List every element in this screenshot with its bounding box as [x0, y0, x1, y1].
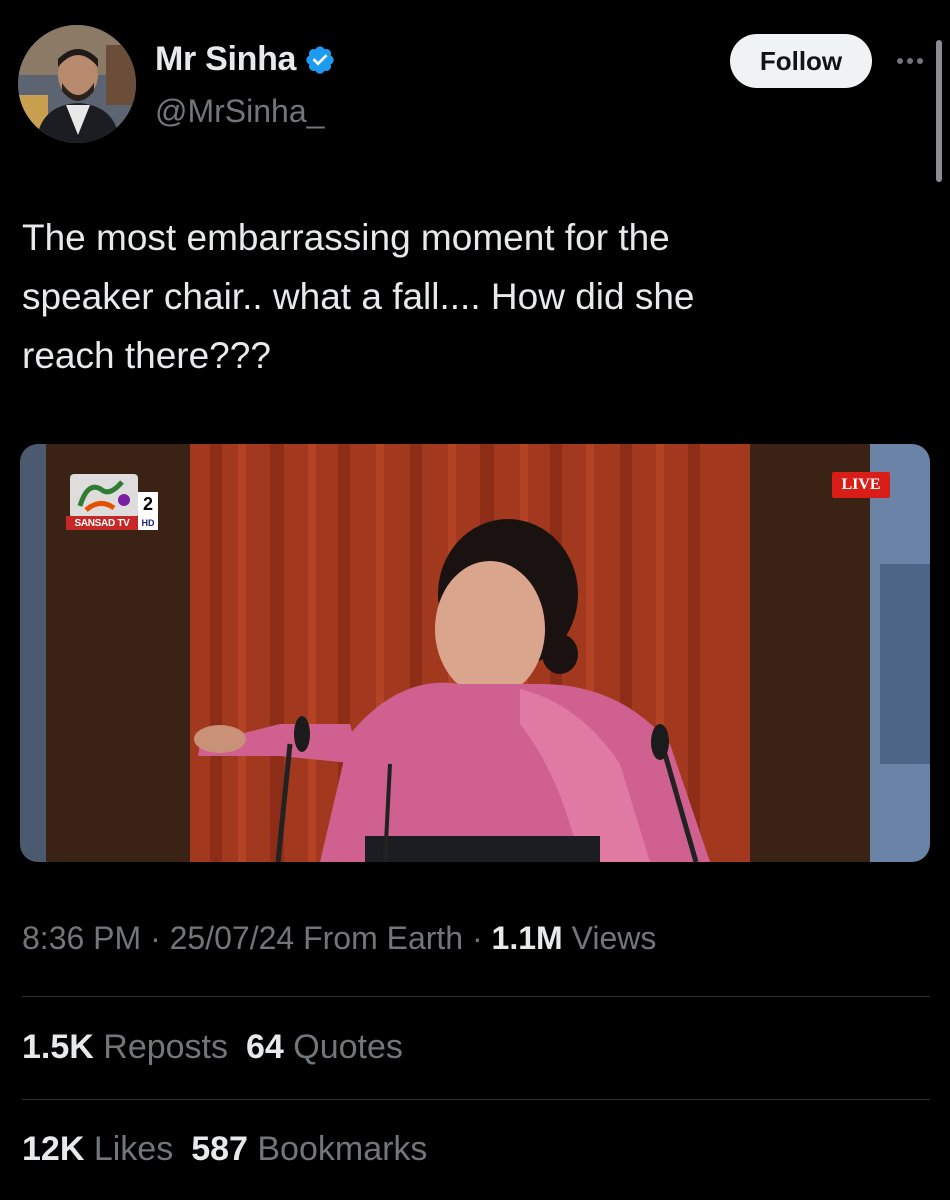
- scrollbar[interactable]: [936, 40, 942, 182]
- reposts-count: 1.5K: [22, 1028, 94, 1066]
- avatar[interactable]: [18, 25, 136, 143]
- channel-number-label: 2: [138, 492, 158, 516]
- avatar-image: [18, 25, 136, 143]
- views-label: Views: [562, 920, 657, 956]
- quotes-stat[interactable]: 64 Quotes: [246, 1028, 403, 1066]
- likes-count: 12K: [22, 1130, 85, 1168]
- likes-stat[interactable]: 12K Likes: [22, 1130, 173, 1168]
- tweet-text: The most embarrassing moment for the spe…: [22, 217, 695, 376]
- tweet-date[interactable]: 25/07/24: [170, 920, 295, 956]
- tweet-meta: 8:36 PM · 25/07/24 From Earth · 1.1M Vie…: [22, 920, 656, 957]
- divider: [22, 1099, 930, 1100]
- tweet-media-image[interactable]: SANSAD TV 2 HD LIVE: [20, 444, 930, 862]
- meta-separator: ·: [141, 920, 170, 956]
- channel-name-label: SANSAD TV: [66, 516, 138, 530]
- likes-bookmarks-row: 12K Likes 587 Bookmarks: [22, 1130, 445, 1169]
- reposts-stat[interactable]: 1.5K Reposts: [22, 1028, 228, 1066]
- tweet-detail-page: Mr Sinha @MrSinha_ Follow The most embar…: [0, 0, 950, 1200]
- meta-separator: ·: [463, 920, 492, 956]
- likes-label: Likes: [84, 1130, 174, 1168]
- tweet-source: From Earth: [294, 920, 464, 956]
- tweet-time[interactable]: 8:36 PM: [22, 920, 141, 956]
- channel-hd-label: HD: [138, 516, 158, 530]
- user-handle[interactable]: @MrSinha_: [155, 93, 324, 130]
- reposts-quotes-row: 1.5K Reposts 64 Quotes: [22, 1028, 421, 1067]
- follow-button[interactable]: Follow: [730, 34, 872, 88]
- more-horizontal-icon[interactable]: [890, 46, 930, 76]
- quotes-label: Quotes: [283, 1028, 403, 1066]
- verified-badge-icon: [306, 45, 334, 74]
- quotes-count: 64: [246, 1028, 284, 1066]
- user-name-row: Mr Sinha: [155, 40, 336, 79]
- bookmarks-label: Bookmarks: [247, 1130, 428, 1168]
- bookmarks-count: 587: [191, 1130, 248, 1168]
- bookmarks-stat[interactable]: 587 Bookmarks: [191, 1130, 427, 1168]
- views-count: 1.1M: [491, 920, 563, 956]
- display-name[interactable]: Mr Sinha: [155, 40, 296, 79]
- divider: [22, 996, 930, 997]
- live-badge: LIVE: [832, 472, 890, 498]
- reposts-label: Reposts: [93, 1028, 229, 1066]
